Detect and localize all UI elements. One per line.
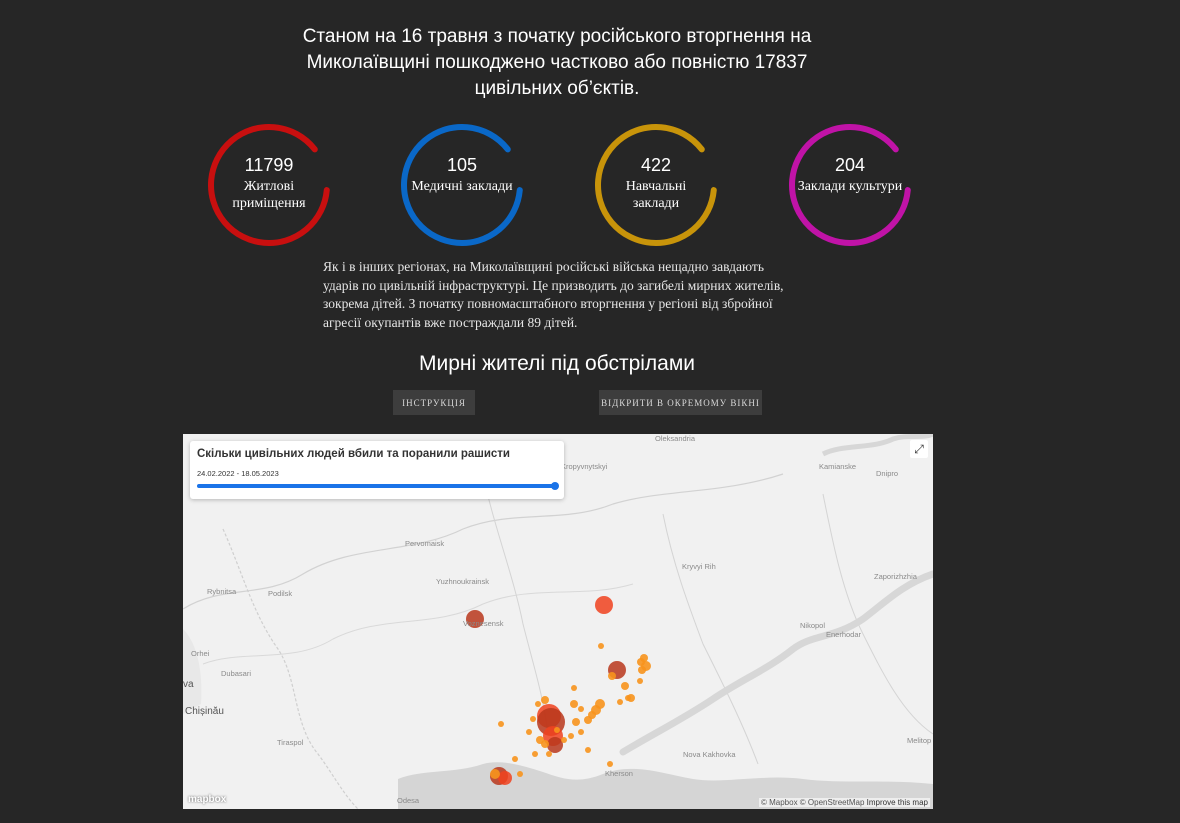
stat-label: Житлові приміщення [232, 179, 306, 211]
section-title: Мирні жителі під обстрілами [418, 352, 696, 375]
casualty-point[interactable] [584, 716, 592, 724]
casualty-point[interactable] [526, 729, 532, 735]
casualties-map[interactable]: Oleksandria Kropyvnytskyi Kamianske Dnip… [183, 434, 933, 809]
casualty-point[interactable] [570, 700, 578, 708]
casualty-point[interactable] [621, 682, 629, 690]
stat-value: 105 [446, 155, 478, 175]
date-range-label: 24.02.2022 - 18.05.2023 [197, 469, 279, 478]
casualty-point[interactable] [568, 733, 574, 739]
stat-value: 422 [640, 155, 672, 175]
place-label: Voznesensk [463, 619, 504, 628]
place-label: Chișinău [185, 706, 224, 717]
map-card-title: Скільки цивільних людей вбили та поранил… [197, 448, 511, 460]
stat-label: Заклади культури [797, 179, 903, 194]
casualty-point[interactable] [517, 771, 523, 777]
date-slider-track[interactable] [197, 484, 555, 488]
place-label: va [183, 679, 194, 690]
place-label: Tiraspol [277, 738, 304, 747]
place-label: Oleksandria [655, 434, 696, 443]
improve-map-link[interactable]: Improve this map [867, 798, 928, 807]
place-label: Kropyvnytskyi [561, 462, 608, 471]
place-label: Kryvyi Rih [682, 562, 716, 571]
casualty-point[interactable] [598, 643, 604, 649]
place-label: Melitop [907, 736, 932, 745]
casualty-point[interactable] [546, 751, 552, 757]
stat-ring-culture: 204 Заклади культури [786, 121, 914, 249]
place-label: Pervomaisk [405, 539, 445, 548]
casualty-point[interactable] [637, 678, 643, 684]
place-label: Podilsk [268, 589, 293, 598]
casualty-point[interactable] [541, 740, 549, 748]
place-label: Nikopol [800, 621, 826, 630]
place-label: Kamianske [819, 462, 857, 471]
place-label: Orhei [191, 649, 210, 658]
stat-value: 204 [834, 155, 866, 175]
date-slider-handle[interactable] [551, 482, 559, 490]
stat-label: Медичні заклади [411, 179, 513, 194]
casualty-point[interactable] [638, 666, 646, 674]
place-label: Dnipro [876, 469, 899, 478]
map-filter-card: Скільки цивільних людей вбили та поранил… [190, 441, 564, 499]
casualty-point[interactable] [490, 769, 500, 779]
casualty-point[interactable] [608, 672, 616, 680]
mapbox-logo: mapbox [188, 794, 227, 805]
casualty-point[interactable] [571, 685, 577, 691]
headline: Станом на 16 травня з початку російськог… [302, 26, 812, 99]
stat-ring-housing: 11799 Житлові приміщення [205, 121, 333, 249]
place-label: Zaporizhzhia [874, 572, 917, 581]
place-label: Rybnitsa [207, 587, 237, 596]
stat-value: 11799 [244, 155, 294, 175]
instructions-button[interactable]: ІНСТРУКЦІЯ [393, 390, 475, 415]
casualty-point[interactable] [498, 771, 512, 785]
place-label: Dubasari [221, 669, 252, 678]
casualty-point[interactable] [512, 756, 518, 762]
place-label: Nova Kakhovka [683, 750, 736, 759]
casualty-point[interactable] [625, 695, 631, 701]
place-label: Odesa [397, 796, 420, 805]
place-label: Enerhodar [826, 630, 862, 639]
stats-rings: 11799 Житлові приміщення 105 Медичні зак… [0, 121, 1180, 249]
casualty-point[interactable] [640, 654, 648, 662]
casualty-point[interactable] [530, 716, 536, 722]
casualty-point[interactable] [535, 701, 541, 707]
casualty-point[interactable] [578, 729, 584, 735]
stat-ring-education: 422 Навчальні заклади [592, 121, 720, 249]
casualty-point[interactable] [547, 737, 563, 753]
casualty-point[interactable] [561, 737, 567, 743]
attribution-text[interactable]: © Mapbox © OpenStreetMap [761, 798, 864, 807]
casualty-point[interactable] [554, 727, 560, 733]
open-window-button[interactable]: ВІДКРИТИ В ОКРЕМОМУ ВІКНІ [599, 390, 762, 415]
casualty-point[interactable] [607, 761, 613, 767]
casualty-point[interactable] [617, 699, 623, 705]
casualty-point[interactable] [595, 596, 613, 614]
place-label: Yuzhnoukrainsk [436, 577, 489, 586]
intro-paragraph: Як і в інших регіонах, на Миколаївщині р… [323, 259, 784, 330]
stat-ring-medical: 105 Медичні заклади [398, 121, 526, 249]
fullscreen-button[interactable]: ⤢ [910, 440, 928, 458]
expand-icon: ⤢ [914, 441, 924, 456]
casualty-point[interactable] [572, 718, 580, 726]
stat-label: Навчальні заклади [625, 179, 687, 211]
place-label: Kherson [605, 769, 633, 778]
casualty-point[interactable] [541, 696, 549, 704]
map-attribution: © Mapbox © OpenStreetMap Improve this ma… [759, 798, 930, 807]
casualty-point[interactable] [585, 747, 591, 753]
casualty-point[interactable] [578, 706, 584, 712]
casualty-point[interactable] [498, 721, 504, 727]
casualty-point[interactable] [532, 751, 538, 757]
